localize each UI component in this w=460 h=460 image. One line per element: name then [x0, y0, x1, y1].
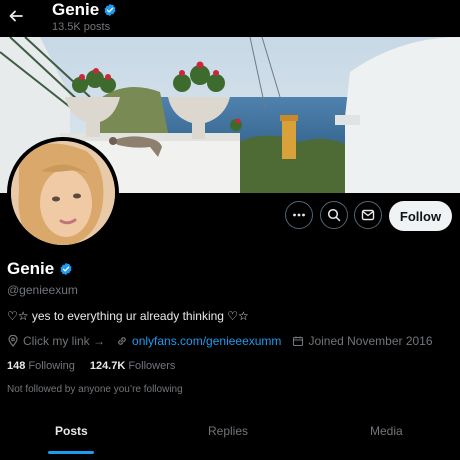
- avatar[interactable]: [7, 137, 119, 249]
- website-item: onlyfans.com/genieeexumm: [116, 334, 281, 348]
- location-item: Click my link →: [7, 334, 105, 348]
- verified-badge-icon: [104, 3, 116, 17]
- following-count: 148: [7, 360, 26, 372]
- followers-label: Followers: [128, 360, 176, 372]
- tab-replies[interactable]: Replies: [208, 424, 248, 438]
- follow-counts: 148 Following 124.7K Followers: [7, 360, 175, 372]
- verified-badge-icon[interactable]: [59, 262, 73, 276]
- back-arrow-icon: [9, 10, 23, 22]
- website-link[interactable]: onlyfans.com/genieeexumm: [132, 334, 281, 348]
- search-profile-button[interactable]: [320, 201, 348, 229]
- follow-context: Not followed by anyone you’re following: [7, 384, 183, 395]
- profile-bio: ♡☆ yes to everything ur already thinking…: [7, 309, 249, 323]
- link-icon: [118, 337, 126, 345]
- following-link[interactable]: 148 Following: [7, 360, 75, 372]
- profile-name-row: Genie: [7, 259, 73, 279]
- header-name: Genie: [52, 0, 100, 19]
- following-label: Following: [28, 360, 75, 372]
- calendar-icon: [293, 336, 304, 347]
- more-button[interactable]: [285, 201, 313, 229]
- message-icon: [361, 209, 375, 221]
- followers-link[interactable]: 124.7K Followers: [90, 360, 176, 372]
- tab-posts[interactable]: Posts: [55, 424, 88, 438]
- follow-button[interactable]: Follow: [389, 201, 452, 231]
- followers-count: 124.7K: [89, 360, 126, 372]
- avatar-image: [11, 141, 115, 245]
- profile-handle: @genieexum: [7, 283, 78, 297]
- profile-meta: Click my link → onlyfans.com/genieeexumm…: [7, 334, 444, 348]
- top-bar: Genie 13.5K posts: [0, 0, 460, 37]
- back-button[interactable]: [6, 6, 26, 26]
- joined-text: Joined November 2016: [308, 334, 433, 348]
- profile-name: Genie: [7, 259, 55, 278]
- profile-tabs: Posts Replies Media: [0, 414, 460, 460]
- tab-media[interactable]: Media: [370, 424, 403, 438]
- message-button[interactable]: [354, 201, 382, 229]
- active-tab-indicator: [48, 451, 94, 454]
- location-pin-icon: [8, 335, 18, 347]
- joined-item: Joined November 2016: [292, 334, 433, 348]
- location-text: Click my link →: [23, 334, 106, 348]
- search-icon: [327, 208, 341, 222]
- more-icon: [293, 213, 305, 217]
- header-name-row: Genie: [52, 0, 117, 20]
- header-posts-count: 13.5K posts: [52, 21, 111, 33]
